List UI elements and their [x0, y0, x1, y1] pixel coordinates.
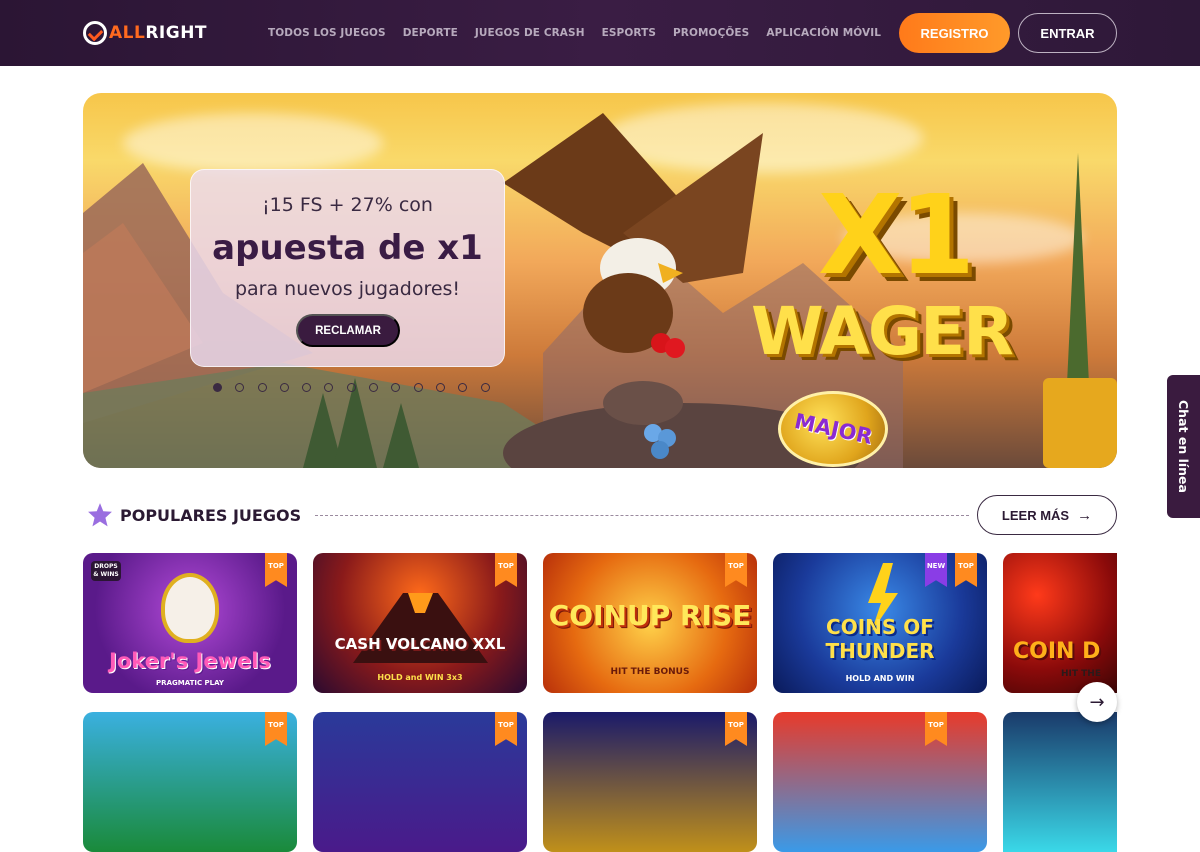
- promo-card: ¡15 FS + 27% con apuesta de x1 para nuev…: [190, 169, 505, 367]
- slider-dot[interactable]: [346, 383, 356, 392]
- logo-text-all: ALL: [109, 23, 146, 43]
- login-button[interactable]: ENTRAR: [1018, 13, 1117, 53]
- promo-line-3: para nuevos jugadores!: [234, 278, 461, 300]
- promo-banner[interactable]: X1 WAGER MAJOR ¡15 FS + 27% con apuesta …: [83, 93, 1117, 468]
- game-provider: PRAGMATIC PLAY: [156, 679, 224, 687]
- joker-face: [161, 573, 219, 643]
- nav-sport[interactable]: DEPORTE: [403, 27, 458, 39]
- game-tile-cash-volcano[interactable]: CASH VOLCANO XXL HOLD and WIN 3x3 TOP: [313, 553, 527, 693]
- game-title: Joker's Jewels: [109, 649, 271, 673]
- slider-dot[interactable]: [458, 383, 468, 392]
- online-chat-tab[interactable]: Chat en línea: [1167, 375, 1200, 518]
- top-badge: TOP: [265, 553, 287, 587]
- top-badge: TOP: [265, 712, 287, 746]
- brand-logo[interactable]: ALLRIGHT: [83, 20, 207, 46]
- section-divider: [315, 515, 969, 516]
- nav-esports[interactable]: ESPORTS: [602, 27, 656, 39]
- nav-promotions[interactable]: PROMOÇÕES: [673, 27, 749, 39]
- slider-dots: [213, 383, 503, 392]
- claim-button[interactable]: RECLAMAR: [296, 314, 400, 347]
- game-tile-row2-4[interactable]: TOP: [773, 712, 987, 852]
- star-icon: [88, 503, 112, 527]
- game-tile-coin-d[interactable]: COIN D HIT THE: [1003, 553, 1117, 693]
- game-subtitle: HOLD AND WIN: [845, 674, 915, 683]
- top-header: ALLRIGHT TODOS LOS JUEGOS DEPORTE JUEGOS…: [0, 0, 1200, 66]
- slider-dot[interactable]: [413, 383, 423, 392]
- game-tile-row2-5[interactable]: [1003, 712, 1117, 852]
- slider-dot[interactable]: [480, 383, 490, 392]
- popular-games-header: POPULARES JUEGOS LEER MÁS →: [87, 495, 1117, 536]
- top-badge: TOP: [925, 712, 947, 746]
- main-nav: TODOS LOS JUEGOS DEPORTE JUEGOS DE CRASH…: [268, 0, 898, 66]
- slider-dot[interactable]: [235, 383, 245, 392]
- carousel-next-button[interactable]: →: [1077, 682, 1117, 722]
- drops-wins-tag: DROPS & WINS: [91, 561, 121, 581]
- promo-line-1: ¡15 FS + 27% con: [262, 194, 433, 216]
- slider-dot[interactable]: [369, 383, 379, 392]
- game-tile-jokers-jewels[interactable]: DROPS & WINS Joker's Jewels PRAGMATIC PL…: [83, 553, 297, 693]
- game-title: COINS OF THUNDER: [825, 615, 935, 663]
- game-tile-row2-1[interactable]: TOP: [83, 712, 297, 852]
- game-subtitle: HIT THE: [1061, 669, 1101, 679]
- game-tile-row2-3[interactable]: TOP: [543, 712, 757, 852]
- slider-dot[interactable]: [391, 383, 401, 392]
- nav-crash-games[interactable]: JUEGOS DE CRASH: [475, 27, 585, 39]
- slider-dot[interactable]: [324, 383, 334, 392]
- game-subtitle: HIT THE BONUS: [610, 667, 690, 677]
- chat-label: Chat en línea: [1176, 400, 1191, 493]
- logo-check-icon: [83, 21, 107, 45]
- promo-headline: apuesta de x1: [212, 228, 483, 268]
- slider-dot[interactable]: [302, 383, 312, 392]
- nav-mobile-app[interactable]: APLICACIÓN MÓVIL: [766, 27, 881, 39]
- top-badge: TOP: [495, 712, 517, 746]
- top-badge: TOP: [725, 553, 747, 587]
- read-more-button[interactable]: LEER MÁS →: [977, 495, 1117, 535]
- major-label: MAJOR: [791, 409, 875, 449]
- game-tile-coinup-rise[interactable]: COINUP RISE HIT THE BONUS TOP: [543, 553, 757, 693]
- slider-dot[interactable]: [213, 383, 222, 392]
- arrow-right-icon: →: [1077, 506, 1093, 524]
- game-title: COIN D: [1013, 639, 1101, 664]
- register-button[interactable]: REGISTRO: [899, 13, 1010, 53]
- section-title: POPULARES JUEGOS: [120, 506, 302, 525]
- slider-dot[interactable]: [435, 383, 445, 392]
- volcano-art: [353, 593, 488, 663]
- game-subtitle: HOLD and WIN 3x3: [377, 673, 463, 682]
- game-tile-row2-2[interactable]: TOP: [313, 712, 527, 852]
- wager-art-text: WAGER: [751, 293, 1014, 370]
- game-tile-coins-of-thunder[interactable]: COINS OF THUNDER HOLD AND WIN NEW TOP: [773, 553, 987, 693]
- game-title: CASH VOLCANO XXL: [334, 635, 506, 653]
- logo-text-right: RIGHT: [145, 23, 208, 43]
- top-badge: TOP: [725, 712, 747, 746]
- slider-dot[interactable]: [279, 383, 289, 392]
- nav-all-games[interactable]: TODOS LOS JUEGOS: [268, 27, 386, 39]
- game-title: COINUP RISE: [548, 599, 752, 632]
- major-coin: MAJOR: [778, 391, 888, 467]
- read-more-label: LEER MÁS: [1001, 507, 1070, 523]
- slider-dot[interactable]: [257, 383, 267, 392]
- x1-art-text: X1: [818, 171, 975, 299]
